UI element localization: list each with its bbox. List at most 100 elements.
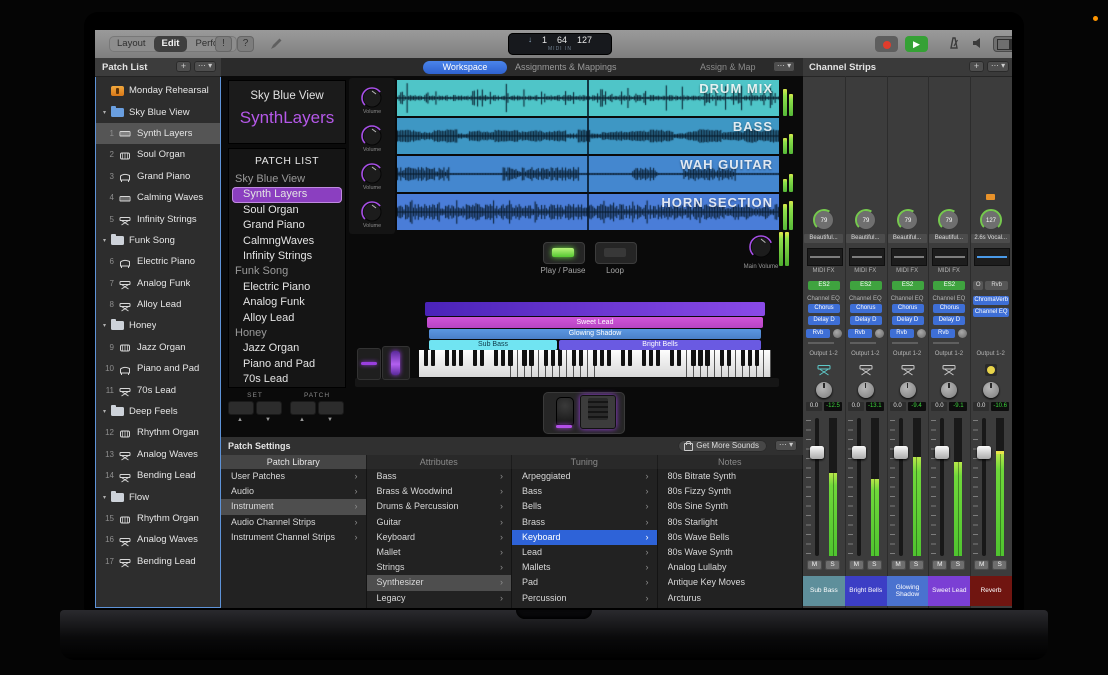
play-pause-button[interactable] (543, 242, 585, 264)
solo-button[interactable]: S (909, 560, 924, 570)
workspace-list-infinity-strings[interactable]: Infinity Strings (229, 249, 345, 264)
library-item-arcturus[interactable]: Arcturus (658, 591, 803, 606)
library-item-user-patches[interactable]: User Patches› (221, 469, 366, 484)
fader-cap[interactable] (935, 446, 949, 459)
black-key[interactable] (607, 350, 611, 366)
send-knob[interactable] (917, 329, 926, 338)
channel-eq-label[interactable]: Channel EQ (887, 296, 928, 302)
library-item-80s-wave-synth[interactable]: 80s Wave Synth (658, 545, 803, 560)
send-slot-rvb[interactable]: Rvb (890, 329, 914, 338)
library-item-audio-channel-strips[interactable]: Audio Channel Strips› (221, 515, 366, 530)
tab-workspace[interactable]: Workspace (423, 61, 507, 74)
library-item-antique-key-moves[interactable]: Antique Key Moves (658, 575, 803, 590)
strip-source-label[interactable]: Beautiful... (804, 234, 843, 243)
workspace-list-soul-organ[interactable]: Soul Organ (229, 203, 345, 218)
output-label[interactable]: Output 1-2 (928, 351, 969, 357)
track-volume-knob[interactable] (360, 86, 384, 110)
strip-source-label[interactable]: Beautiful... (888, 234, 927, 243)
tab-patch-library[interactable]: Patch Library (221, 455, 367, 469)
sidebar-patch-calming-waves[interactable]: 4Calming Waves (96, 187, 220, 208)
strip-name-plate[interactable]: Reverb (970, 576, 1012, 606)
activity-monitor-button[interactable]: ! (215, 36, 232, 52)
nav-patch-prev-button[interactable] (290, 401, 316, 415)
mute-button[interactable]: M (849, 560, 864, 570)
library-item-instrument[interactable]: Instrument› (221, 499, 366, 514)
insert-slot-chorus[interactable]: Chorus (892, 304, 924, 313)
mute-button[interactable]: M (932, 560, 947, 570)
insert-slot-delay-d[interactable]: Delay D (933, 316, 965, 325)
channel-eq-label[interactable]: Channel EQ (928, 296, 969, 302)
layer-bar-sub-bass[interactable]: Sub Bass (429, 340, 557, 350)
disclosure-triangle-icon[interactable]: ▾ (103, 109, 111, 116)
sidebar-set-row[interactable]: ▾Funk Song (96, 230, 220, 251)
workspace-list-honey[interactable]: Honey (229, 326, 345, 341)
black-key[interactable] (628, 350, 632, 366)
black-key[interactable] (670, 350, 674, 366)
black-key[interactable] (720, 350, 724, 366)
strip-knob[interactable]: 127 (979, 208, 1003, 232)
black-key[interactable] (445, 350, 449, 366)
sidebar-patch-piano-and-pad[interactable]: 10Piano and Pad (96, 358, 220, 379)
solo-button[interactable]: S (950, 560, 965, 570)
insert-slot-chromaverb[interactable]: ChromaVerb (973, 296, 1009, 305)
library-item-percussion[interactable]: Percussion› (512, 591, 657, 606)
library-item-lead[interactable]: Lead› (512, 545, 657, 560)
workspace-list-synth-layers[interactable]: Synth Layers (232, 187, 342, 202)
library-item-mallet[interactable]: Mallet› (367, 545, 512, 560)
black-key[interactable] (431, 350, 435, 366)
black-key[interactable] (529, 350, 533, 366)
solo-button[interactable]: S (867, 560, 882, 570)
pan-knob[interactable] (983, 382, 999, 398)
black-key[interactable] (522, 350, 526, 366)
black-key[interactable] (741, 350, 745, 366)
add-patch-button[interactable]: + (176, 61, 191, 72)
output-label[interactable]: Output 1-2 (845, 351, 886, 357)
send-slot-rvb[interactable]: Rvb (848, 329, 872, 338)
black-key[interactable] (677, 350, 681, 366)
black-key[interactable] (501, 350, 505, 366)
sidebar-patch-alloy-lead[interactable]: 8Alloy Lead (96, 294, 220, 315)
channel-eq-label[interactable]: Channel EQ (803, 296, 844, 302)
mute-button[interactable]: M (807, 560, 822, 570)
sidebar-set-row[interactable]: ▾Flow (96, 486, 220, 507)
library-item-pad[interactable]: Pad› (512, 575, 657, 590)
library-item-analog-lullaby[interactable]: Analog Lullaby (658, 560, 803, 575)
nav-set-next-button[interactable] (256, 401, 282, 415)
channel-strips-action-menu[interactable]: ⋯ ▾ (987, 61, 1009, 72)
library-item-80s-bitrate-synth[interactable]: 80s Bitrate Synth (658, 469, 803, 484)
black-key[interactable] (551, 350, 555, 366)
main-volume-knob[interactable] (748, 234, 774, 260)
black-key[interactable] (649, 350, 653, 366)
workspace-list-grand-piano[interactable]: Grand Piano (229, 218, 345, 233)
layer-bar-sweet-lead[interactable]: Sweet Lead (427, 317, 763, 328)
sidebar-patch-analog-funk[interactable]: 7Analog Funk (96, 273, 220, 294)
mod-wheel-widget[interactable] (382, 346, 410, 380)
library-item-instrument-channel-strips[interactable]: Instrument Channel Strips› (221, 530, 366, 545)
workspace-list-calmngwaves[interactable]: CalmngWaves (229, 234, 345, 249)
black-key[interactable] (642, 350, 646, 366)
sidebar-patch-synth-layers[interactable]: 1Synth Layers (96, 123, 220, 144)
black-key[interactable] (544, 350, 548, 366)
playhead[interactable] (587, 80, 589, 230)
fader-cap[interactable] (852, 446, 866, 459)
library-item-bass[interactable]: Bass› (512, 484, 657, 499)
sidebar-patch-rhythm-organ[interactable]: 12Rhythm Organ (96, 422, 220, 443)
workspace-list-sky-blue-view[interactable]: Sky Blue View (229, 172, 345, 187)
fader-cap[interactable] (894, 446, 908, 459)
send-knob[interactable] (833, 329, 842, 338)
instrument-slot-es2[interactable]: ES2 (808, 281, 840, 290)
black-key[interactable] (705, 350, 709, 366)
mute-button[interactable]: M (974, 560, 989, 570)
workspace-list-electric-piano[interactable]: Electric Piano (229, 280, 345, 295)
library-item-guitar[interactable]: Guitar› (367, 515, 512, 530)
fader-cap[interactable] (810, 446, 824, 459)
library-item-strings[interactable]: Strings› (367, 560, 512, 575)
disclosure-triangle-icon[interactable]: ▾ (103, 237, 111, 244)
workspace-list-alloy-lead[interactable]: Alloy Lead (229, 311, 345, 326)
strip-name-plate[interactable]: Sweet Lead (928, 576, 970, 606)
black-key[interactable] (480, 350, 484, 366)
output-label[interactable]: Output 1-2 (887, 351, 928, 357)
library-item-brass-woodwind[interactable]: Brass & Woodwind› (367, 484, 512, 499)
sidebar-patch-infinity-strings[interactable]: 5Infinity Strings (96, 208, 220, 229)
sustain-pedal[interactable] (556, 397, 574, 425)
